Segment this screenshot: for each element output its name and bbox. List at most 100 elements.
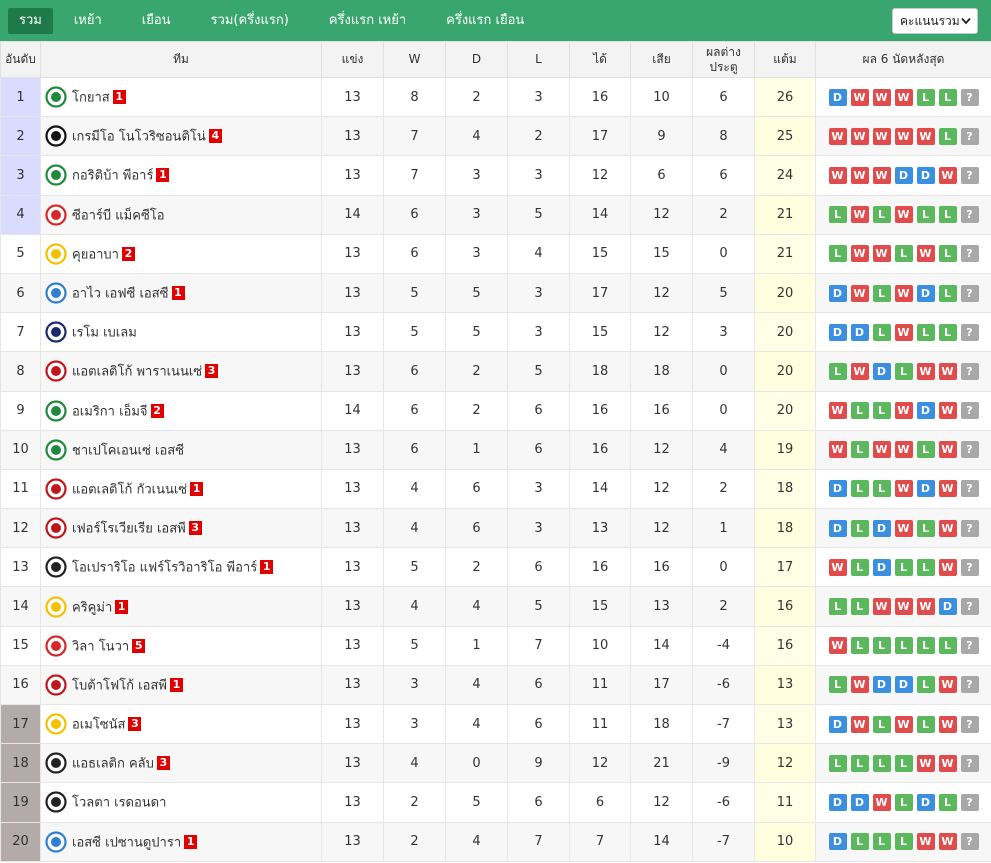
america-logo[interactable] bbox=[45, 399, 67, 422]
form-draw-badge[interactable]: D bbox=[872, 362, 891, 380]
form-draw-badge[interactable]: D bbox=[894, 166, 913, 184]
form-loss-badge[interactable]: L bbox=[916, 637, 935, 655]
form-win-badge[interactable]: W bbox=[828, 402, 847, 420]
form-win-badge[interactable]: W bbox=[894, 127, 913, 145]
team-name-link[interactable]: อเมริกา เอ็มจี bbox=[72, 404, 148, 419]
form-win-badge[interactable]: W bbox=[828, 166, 847, 184]
form-loss-badge[interactable]: L bbox=[938, 245, 957, 263]
form-draw-badge[interactable]: D bbox=[938, 598, 957, 616]
form-win-badge[interactable]: W bbox=[850, 166, 869, 184]
form-win-badge[interactable]: W bbox=[894, 284, 913, 302]
vila-nova-logo[interactable] bbox=[45, 635, 67, 657]
form-draw-badge[interactable]: D bbox=[828, 833, 847, 851]
form-win-badge[interactable]: W bbox=[938, 441, 957, 459]
form-loss-badge[interactable]: L bbox=[916, 519, 935, 537]
form-next-match-badge[interactable]: ? bbox=[960, 245, 979, 263]
form-loss-badge[interactable]: L bbox=[938, 88, 957, 106]
form-loss-badge[interactable]: L bbox=[916, 206, 935, 224]
form-draw-badge[interactable]: D bbox=[872, 558, 891, 576]
team-name-link[interactable]: อเมโซนัส bbox=[72, 718, 125, 733]
form-next-match-badge[interactable]: ? bbox=[960, 88, 979, 106]
team-name-link[interactable]: เฟอร์โรเวียเรีย เอสพี bbox=[72, 522, 186, 537]
tab-first-half-home[interactable]: ครึ่งแรก เหย้า bbox=[318, 8, 417, 34]
form-loss-badge[interactable]: L bbox=[850, 519, 869, 537]
botafogo-sp-logo[interactable] bbox=[45, 674, 67, 696]
form-loss-badge[interactable]: L bbox=[894, 362, 913, 380]
form-draw-badge[interactable]: D bbox=[828, 793, 847, 811]
team-name-link[interactable]: แอธเลติก คลับ bbox=[72, 757, 154, 772]
tab-overall-first-half[interactable]: รวม(ครึ่งแรก) bbox=[200, 8, 300, 34]
form-next-match-badge[interactable]: ? bbox=[960, 715, 979, 733]
form-next-match-badge[interactable]: ? bbox=[960, 754, 979, 772]
form-loss-badge[interactable]: L bbox=[894, 245, 913, 263]
form-win-badge[interactable]: W bbox=[872, 166, 891, 184]
form-next-match-badge[interactable]: ? bbox=[960, 441, 979, 459]
form-next-match-badge[interactable]: ? bbox=[960, 127, 979, 145]
form-loss-badge[interactable]: L bbox=[872, 833, 891, 851]
cuiaba-logo[interactable] bbox=[45, 243, 67, 265]
form-win-badge[interactable]: W bbox=[850, 206, 869, 224]
form-draw-badge[interactable]: D bbox=[916, 284, 935, 302]
form-loss-badge[interactable]: L bbox=[850, 754, 869, 772]
tab-home[interactable]: เหย้า bbox=[63, 8, 113, 34]
team-name-link[interactable]: โกยาส bbox=[72, 91, 110, 106]
form-next-match-badge[interactable]: ? bbox=[960, 166, 979, 184]
form-win-badge[interactable]: W bbox=[938, 166, 957, 184]
form-loss-badge[interactable]: L bbox=[850, 598, 869, 616]
form-win-badge[interactable]: W bbox=[938, 402, 957, 420]
team-name-link[interactable]: วิลา โนวา bbox=[72, 639, 129, 654]
form-loss-badge[interactable]: L bbox=[828, 206, 847, 224]
form-draw-badge[interactable]: D bbox=[828, 284, 847, 302]
form-loss-badge[interactable]: L bbox=[850, 637, 869, 655]
form-loss-badge[interactable]: L bbox=[894, 637, 913, 655]
volta-redonda-logo[interactable] bbox=[45, 791, 67, 814]
form-next-match-badge[interactable]: ? bbox=[960, 676, 979, 694]
form-next-match-badge[interactable]: ? bbox=[960, 598, 979, 616]
team-name-link[interactable]: เกรมีโอ โนโวริซอนติโน่ bbox=[72, 130, 206, 145]
form-loss-badge[interactable]: L bbox=[938, 793, 957, 811]
form-win-badge[interactable]: W bbox=[894, 402, 913, 420]
form-loss-badge[interactable]: L bbox=[938, 127, 957, 145]
form-loss-badge[interactable]: L bbox=[828, 676, 847, 694]
form-loss-badge[interactable]: L bbox=[850, 480, 869, 498]
form-win-badge[interactable]: W bbox=[916, 833, 935, 851]
form-win-badge[interactable]: W bbox=[894, 88, 913, 106]
form-loss-badge[interactable]: L bbox=[916, 715, 935, 733]
form-loss-badge[interactable]: L bbox=[916, 441, 935, 459]
team-name-link[interactable]: โวลตา เรดอนดา bbox=[72, 796, 166, 811]
form-draw-badge[interactable]: D bbox=[872, 676, 891, 694]
form-win-badge[interactable]: W bbox=[938, 362, 957, 380]
form-next-match-badge[interactable]: ? bbox=[960, 323, 979, 341]
form-win-badge[interactable]: W bbox=[938, 754, 957, 772]
crb-logo[interactable] bbox=[45, 204, 67, 226]
form-win-badge[interactable]: W bbox=[872, 598, 891, 616]
form-draw-badge[interactable]: D bbox=[828, 715, 847, 733]
team-name-link[interactable]: คุยอาบา bbox=[72, 247, 119, 262]
form-win-badge[interactable]: W bbox=[916, 362, 935, 380]
form-loss-badge[interactable]: L bbox=[850, 441, 869, 459]
form-win-badge[interactable]: W bbox=[894, 715, 913, 733]
team-name-link[interactable]: ชาเปโคเอนเซ่ เอสซี bbox=[72, 443, 184, 458]
team-name-link[interactable]: โอเปราริโอ แฟร์โรวิอาริโอ พีอาร์ bbox=[72, 561, 257, 576]
form-next-match-badge[interactable]: ? bbox=[960, 206, 979, 224]
form-draw-badge[interactable]: D bbox=[872, 519, 891, 537]
form-loss-badge[interactable]: L bbox=[872, 754, 891, 772]
form-loss-badge[interactable]: L bbox=[828, 754, 847, 772]
form-draw-badge[interactable]: D bbox=[916, 166, 935, 184]
form-win-badge[interactable]: W bbox=[872, 127, 891, 145]
team-name-link[interactable]: กอริติบ้า พีอาร์ bbox=[72, 169, 153, 184]
form-loss-badge[interactable]: L bbox=[850, 402, 869, 420]
tab-overall[interactable]: รวม bbox=[8, 8, 53, 34]
form-draw-badge[interactable]: D bbox=[828, 323, 847, 341]
form-win-badge[interactable]: W bbox=[916, 245, 935, 263]
form-loss-badge[interactable]: L bbox=[872, 480, 891, 498]
form-win-badge[interactable]: W bbox=[828, 637, 847, 655]
criciuma-logo[interactable] bbox=[45, 595, 67, 618]
team-name-link[interactable]: คริคูม่า bbox=[72, 600, 112, 615]
form-win-badge[interactable]: W bbox=[894, 441, 913, 459]
ferroviaria-logo[interactable] bbox=[45, 517, 67, 539]
form-win-badge[interactable]: W bbox=[850, 127, 869, 145]
form-next-match-badge[interactable]: ? bbox=[960, 833, 979, 851]
form-draw-badge[interactable]: D bbox=[828, 519, 847, 537]
form-loss-badge[interactable]: L bbox=[872, 323, 891, 341]
